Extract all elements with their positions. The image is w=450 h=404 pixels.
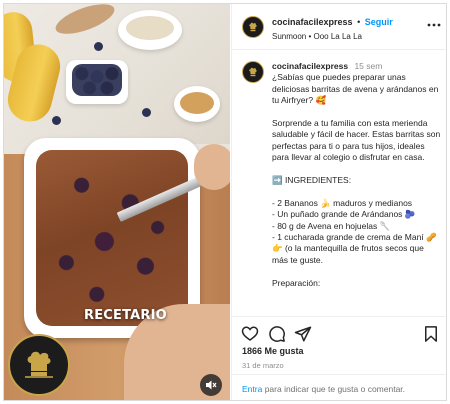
caption-body: cocinafacilexpress 15 sem ¿Sabías que pu… — [272, 61, 442, 289]
post-date[interactable]: 31 de marzo — [242, 361, 284, 370]
caption-time[interactable]: 15 sem — [354, 61, 382, 71]
blueberry-image — [52, 116, 61, 125]
bookmark-icon[interactable] — [422, 325, 440, 343]
chef-logo-icon — [8, 334, 70, 396]
blueberry-image — [142, 108, 151, 117]
post-header: cocinafacilexpress • Seguir Sunmoon • Oo… — [232, 4, 446, 50]
likes-count[interactable]: 1866 Me gusta — [242, 346, 304, 356]
speaker-muted-icon[interactable] — [200, 374, 222, 396]
caption-line: Preparación: — [272, 277, 321, 288]
caption-line: Sorprende a tu familia con esta merienda… — [272, 118, 441, 163]
caption-line: - 2 Bananos 🍌 maduros y medianos — [272, 197, 413, 208]
login-link[interactable]: Entra — [242, 384, 262, 394]
caption-line: - 1 cucharada grande de crema de Maní 🥜 … — [272, 232, 437, 265]
post-actions — [232, 316, 446, 344]
avatar[interactable] — [242, 61, 264, 83]
peanut-butter-bowl-image — [174, 86, 220, 122]
caption-line: - Un puñado grande de Arándanos 🫐 — [272, 209, 416, 220]
audio-link[interactable]: Sunmoon • Ooo La La La — [272, 32, 362, 41]
separator-dot: • — [357, 17, 361, 27]
hand-image — [194, 144, 230, 190]
post-details-panel: cocinafacilexpress • Seguir Sunmoon • Oo… — [231, 4, 446, 400]
caption-line: ➡️ INGREDIENTES: — [272, 175, 352, 186]
blueberry-image — [94, 42, 103, 51]
media-overlay-text: RECETARIO — [84, 308, 167, 323]
blueberry-bowl-image — [66, 60, 128, 104]
login-prompt: Entra para indicar que te gusta o coment… — [242, 384, 405, 394]
caption-line: ¿Sabías que puedes preparar unas delicio… — [272, 72, 439, 106]
follow-button[interactable]: Seguir — [365, 17, 393, 27]
header-user-line: cocinafacilexpress • Seguir — [272, 17, 393, 27]
login-prompt-text: para indicar que te gusta o comentar. — [262, 384, 406, 394]
share-icon[interactable] — [294, 325, 312, 343]
heart-icon[interactable] — [241, 325, 259, 343]
caption-username-link[interactable]: cocinafacilexpress — [272, 61, 348, 71]
post-media[interactable]: RECETARIO — [4, 4, 230, 400]
avatar[interactable] — [242, 16, 264, 38]
username-link[interactable]: cocinafacilexpress — [272, 17, 353, 27]
comment-icon[interactable] — [268, 325, 286, 343]
post-caption: cocinafacilexpress 15 sem ¿Sabías que pu… — [232, 51, 446, 306]
oat-bake-image — [36, 150, 188, 326]
more-options-icon[interactable] — [426, 18, 442, 32]
oats-bowl-image — [118, 10, 182, 50]
instagram-post: RECETARIO cocinafacilexpress • Seguir Su… — [3, 3, 447, 401]
caption-line: - 80 g de Avena en hojuelas 🥄 — [272, 220, 391, 231]
comment-bar: Entra para indicar que te gusta o coment… — [232, 374, 446, 400]
